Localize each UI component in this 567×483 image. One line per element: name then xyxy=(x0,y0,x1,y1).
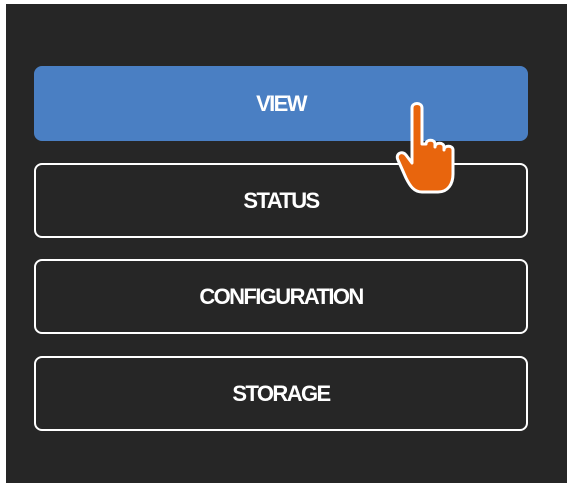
view-button[interactable]: VIEW xyxy=(34,66,528,141)
status-button[interactable]: STATUS xyxy=(34,163,528,238)
screen-frame: VIEW STATUS CONFIGURATION STORAGE xyxy=(0,0,567,483)
menu-panel: VIEW STATUS CONFIGURATION STORAGE xyxy=(6,4,567,483)
storage-button[interactable]: STORAGE xyxy=(34,356,528,431)
storage-button-label: STORAGE xyxy=(232,380,331,406)
view-button-label: VIEW xyxy=(256,90,307,116)
configuration-button-label: CONFIGURATION xyxy=(199,283,364,309)
status-button-label: STATUS xyxy=(243,187,320,213)
configuration-button[interactable]: CONFIGURATION xyxy=(34,259,528,334)
